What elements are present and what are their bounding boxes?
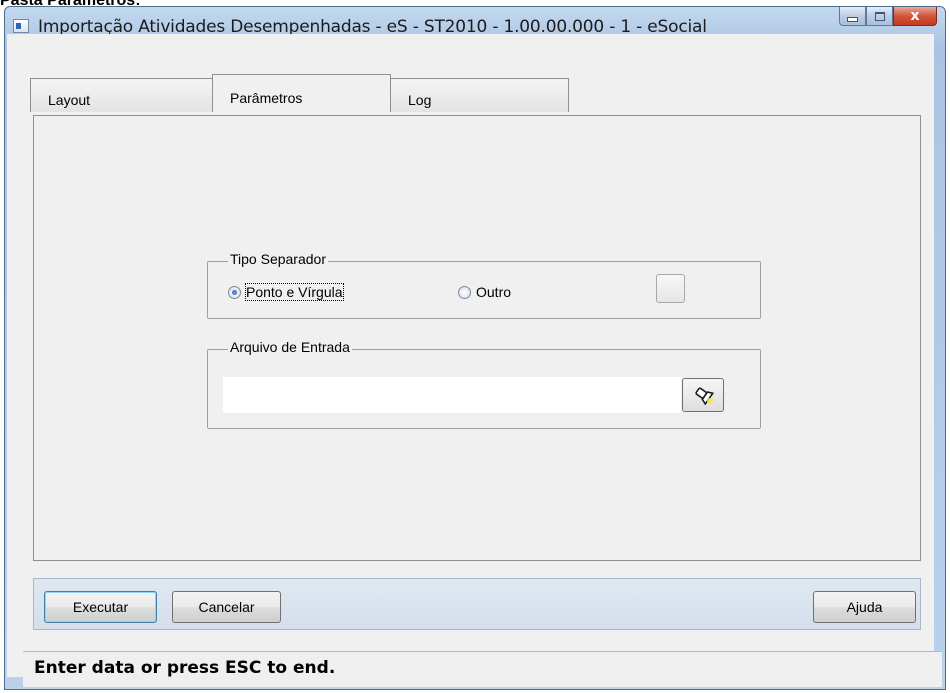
tab-label: Layout (48, 92, 91, 108)
tab-label: Log (408, 92, 432, 108)
minimize-button[interactable] (839, 7, 866, 26)
parametros-panel: Tipo Separador Ponto e Vírgula Outro Arq… (33, 115, 921, 561)
ajuda-button[interactable]: Ajuda (813, 591, 916, 623)
arquivo-entrada-input[interactable] (223, 377, 681, 413)
maximize-button[interactable] (866, 7, 893, 26)
arquivo-entrada-group: Arquivo de Entrada (207, 339, 761, 429)
tab-layout[interactable]: Layout (30, 78, 213, 112)
executar-button[interactable]: Executar (44, 591, 157, 623)
tipo-separador-group: Tipo Separador Ponto e Vírgula Outro (207, 251, 761, 319)
app-icon[interactable] (13, 19, 29, 33)
maximize-icon (874, 11, 885, 21)
radio-outro-label[interactable]: Outro (476, 284, 511, 300)
tab-parametros[interactable]: Parâmetros (212, 74, 391, 112)
status-bar: Enter data or press ESC to end. (23, 651, 942, 687)
tab-log[interactable]: Log (390, 78, 569, 112)
tipo-separador-legend: Tipo Separador (228, 251, 328, 267)
radio-outro-button[interactable] (458, 285, 471, 299)
tab-strip: Layout Parâmetros Log (30, 74, 569, 112)
radio-ponto-e-virgula-button[interactable] (228, 285, 241, 299)
minimize-icon (847, 16, 858, 22)
tab-label: Parâmetros (230, 90, 303, 106)
radio-outro[interactable]: Outro (458, 284, 511, 300)
browse-file-button[interactable] (682, 378, 724, 412)
button-bar: Executar Cancelar Ajuda (33, 578, 921, 630)
flashlight-search-icon (695, 387, 714, 405)
outro-separator-field[interactable] (656, 274, 685, 303)
radio-ponto-e-virgula[interactable]: Ponto e Vírgula (228, 283, 344, 301)
close-button[interactable]: x (893, 7, 937, 26)
radio-ponto-e-virgula-label[interactable]: Ponto e Vírgula (245, 283, 344, 301)
arquivo-entrada-legend: Arquivo de Entrada (228, 339, 352, 355)
close-icon: x (910, 8, 920, 24)
window-controls: x (839, 7, 937, 27)
cancelar-button[interactable]: Cancelar (172, 591, 281, 623)
status-message: Enter data or press ESC to end. (34, 658, 336, 678)
